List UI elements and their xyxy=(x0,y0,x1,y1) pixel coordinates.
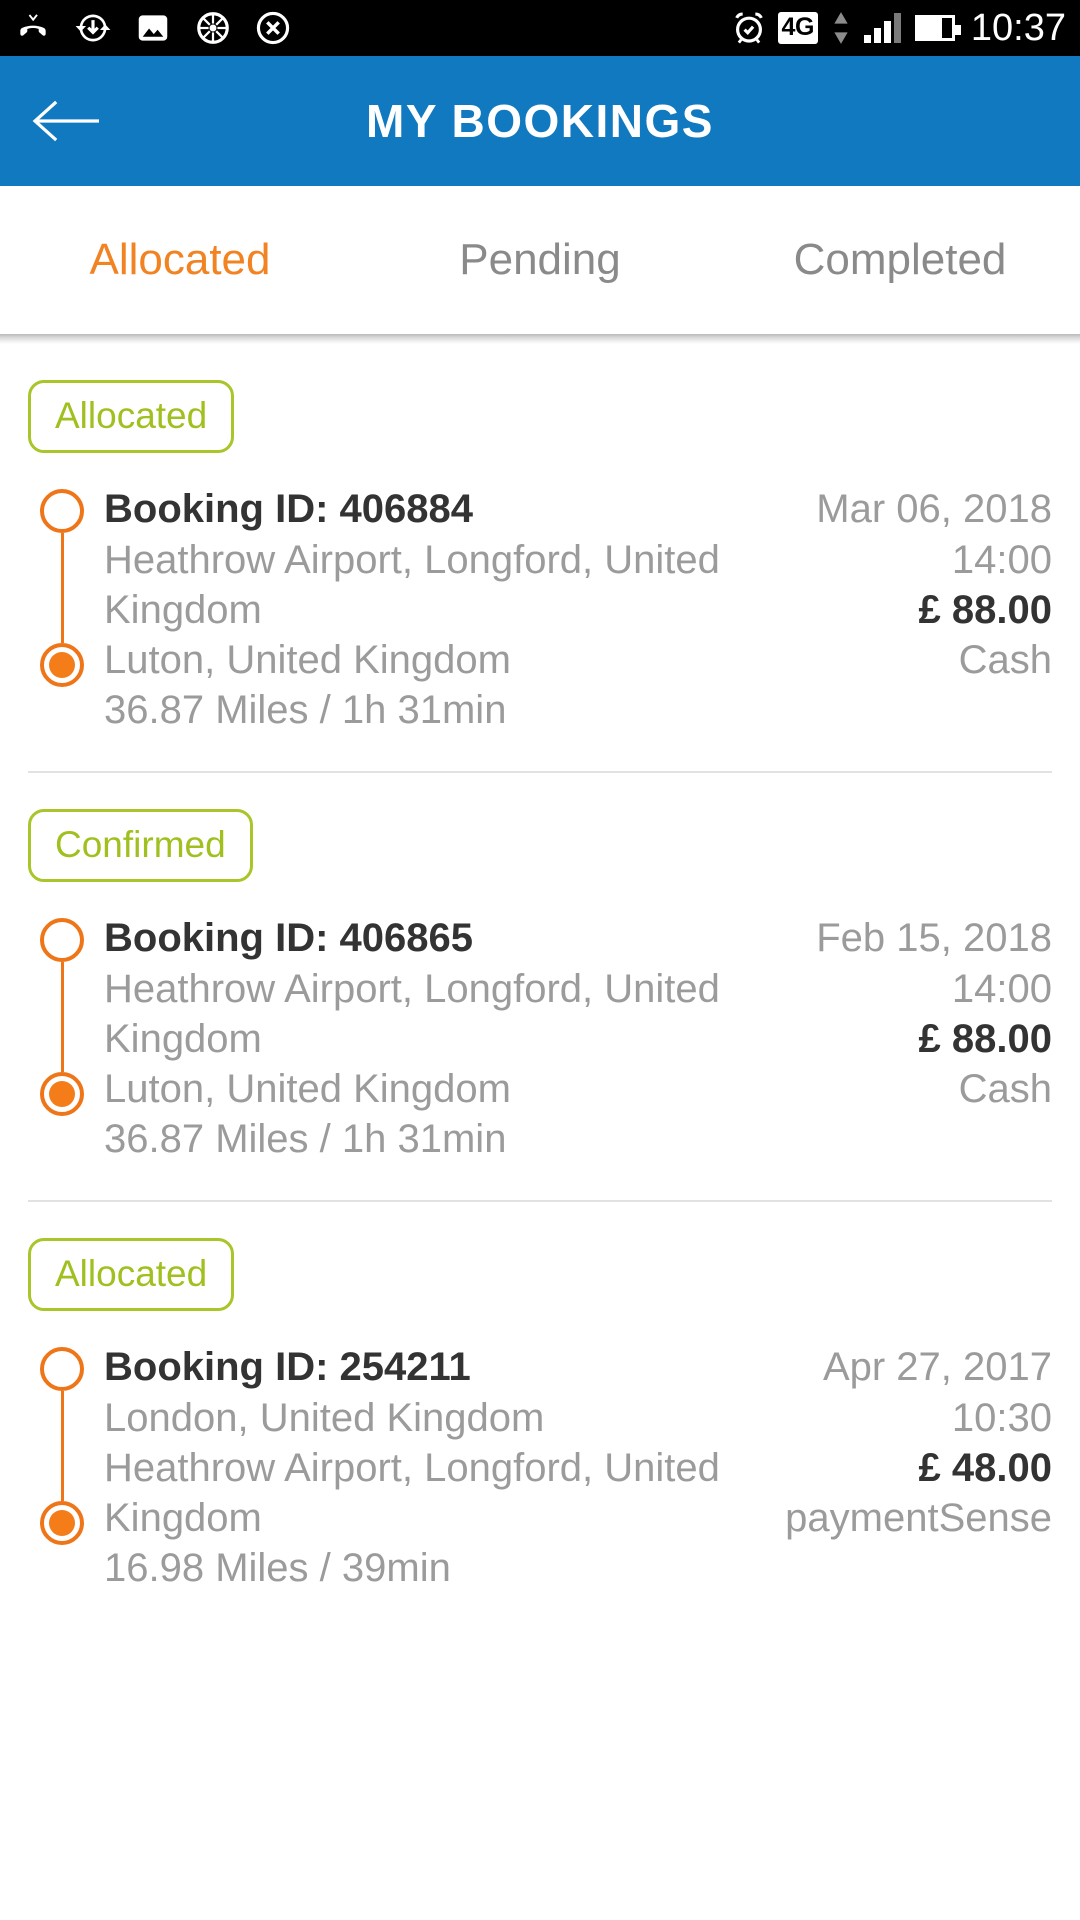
status-bar-clock: 10:37 xyxy=(970,6,1066,49)
booking-card[interactable]: Allocated Booking ID: 254211 London, Uni… xyxy=(0,1202,1080,1593)
booking-body: Booking ID: 406865 Heathrow Airport, Lon… xyxy=(28,912,1052,1164)
wheel-icon xyxy=(194,9,232,47)
booking-date: Mar 06, 2018 xyxy=(816,487,1052,531)
booking-time: 10:30 xyxy=(951,1396,1052,1440)
pickup-address: Heathrow Airport, Longford, United Kingd… xyxy=(104,967,720,1061)
booking-info: Booking ID: 406884 Heathrow Airport, Lon… xyxy=(104,483,1052,735)
distance-duration: 16.98 Miles / 39min xyxy=(104,1546,451,1590)
booking-card[interactable]: Confirmed Booking ID: 406865 Heathrow Ai… xyxy=(0,773,1080,1164)
status-badge: Confirmed xyxy=(28,809,253,882)
data-transfer-icon xyxy=(828,9,854,47)
dropoff-address: Luton, United Kingdom xyxy=(104,638,511,682)
booking-price: £ 88.00 xyxy=(918,588,1052,632)
route-line xyxy=(61,533,64,643)
pickup-address: Heathrow Airport, Longford, United Kingd… xyxy=(104,538,720,632)
route-line xyxy=(61,962,64,1072)
booking-info: Booking ID: 406865 Heathrow Airport, Lon… xyxy=(104,912,1052,1164)
dropoff-marker-icon xyxy=(40,1072,84,1116)
booking-id: Booking ID: 406865 xyxy=(104,916,474,960)
dropoff-address: Luton, United Kingdom xyxy=(104,1067,511,1111)
image-icon xyxy=(134,9,172,47)
pickup-marker-icon xyxy=(40,918,84,962)
tab-pending[interactable]: Pending xyxy=(360,235,720,285)
route-track xyxy=(28,912,104,1164)
status-badge: Allocated xyxy=(28,380,235,453)
booking-body: Booking ID: 254211 London, United Kingdo… xyxy=(28,1341,1052,1593)
status-badge: Allocated xyxy=(28,1238,235,1311)
payment-type: Cash xyxy=(958,638,1052,682)
booking-body: Booking ID: 406884 Heathrow Airport, Lon… xyxy=(28,483,1052,735)
pickup-marker-icon xyxy=(40,1347,84,1391)
close-circle-icon xyxy=(254,9,292,47)
distance-duration: 36.87 Miles / 1h 31min xyxy=(104,1117,507,1161)
booking-price: £ 48.00 xyxy=(918,1446,1052,1490)
booking-time: 14:00 xyxy=(951,967,1052,1011)
tab-bar: Allocated Pending Completed xyxy=(0,186,1080,334)
payment-type: Cash xyxy=(958,1067,1052,1111)
payment-type: paymentSense xyxy=(785,1496,1052,1540)
booking-card[interactable]: Allocated Booking ID: 406884 Heathrow Ai… xyxy=(0,344,1080,735)
pickup-address: London, United Kingdom xyxy=(104,1396,545,1440)
booking-info: Booking ID: 254211 London, United Kingdo… xyxy=(104,1341,1052,1593)
booking-date: Apr 27, 2017 xyxy=(822,1345,1052,1389)
booking-time: 14:00 xyxy=(951,538,1052,582)
page-title: MY BOOKINGS xyxy=(366,95,714,147)
tab-bar-shadow xyxy=(0,334,1080,344)
booking-id: Booking ID: 254211 xyxy=(104,1345,471,1389)
back-arrow-icon xyxy=(32,100,99,142)
route-track xyxy=(28,1341,104,1593)
pickup-marker-icon xyxy=(40,489,84,533)
route-line xyxy=(61,1391,64,1501)
battery-icon xyxy=(914,15,961,41)
booking-list: Allocated Booking ID: 406884 Heathrow Ai… xyxy=(0,344,1080,1593)
tab-allocated[interactable]: Allocated xyxy=(0,235,360,285)
booking-date: Feb 15, 2018 xyxy=(816,916,1052,960)
distance-duration: 36.87 Miles / 1h 31min xyxy=(104,688,507,732)
dropoff-marker-icon xyxy=(40,1501,84,1545)
network-type-badge: 4G xyxy=(777,12,818,44)
booking-id: Booking ID: 406884 xyxy=(104,487,474,531)
missed-call-icon xyxy=(14,9,52,47)
status-bar-left-icons xyxy=(14,9,730,47)
alarm-clock-icon xyxy=(730,9,768,47)
dropoff-marker-icon xyxy=(40,643,84,687)
download-sync-icon xyxy=(74,9,112,47)
app-bar: MY BOOKINGS xyxy=(0,56,1080,186)
tab-completed[interactable]: Completed xyxy=(720,235,1080,285)
status-bar: 4G 10:37 xyxy=(0,0,1080,56)
dropoff-address: Heathrow Airport, Longford, United Kingd… xyxy=(104,1446,720,1540)
route-track xyxy=(28,483,104,735)
booking-price: £ 88.00 xyxy=(918,1017,1052,1061)
signal-bars-icon xyxy=(863,13,901,43)
back-button[interactable] xyxy=(28,82,106,160)
status-bar-right-icons: 4G 10:37 xyxy=(730,7,1066,50)
